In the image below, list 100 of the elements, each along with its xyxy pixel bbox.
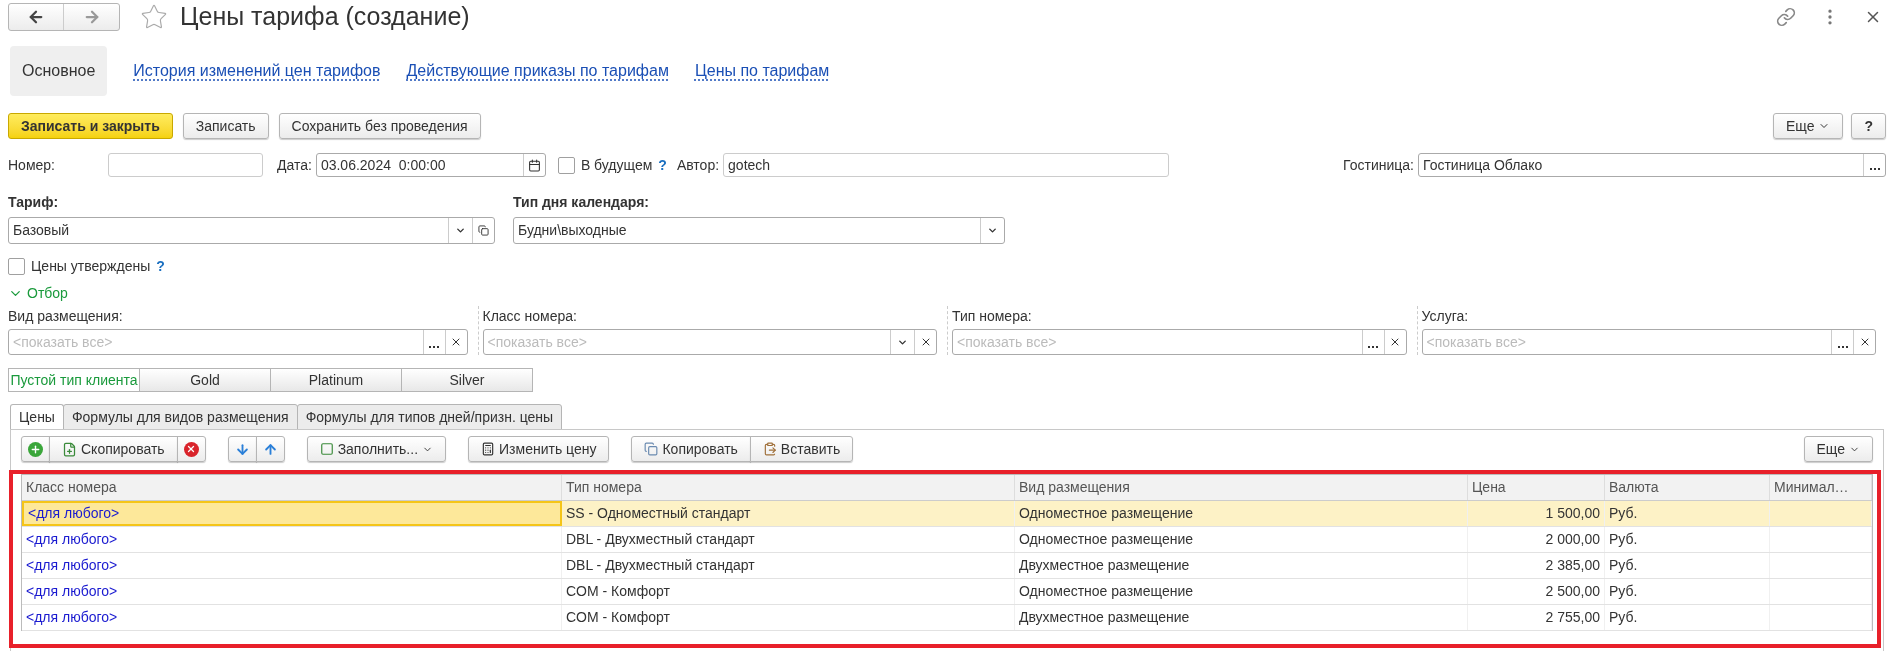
down-arrow-icon bbox=[234, 441, 250, 457]
window-title: Цены тарифа (создание) bbox=[180, 1, 470, 33]
table-cell-text: 1 500,00 bbox=[1545, 504, 1600, 523]
column-header[interactable]: Цена bbox=[1468, 475, 1605, 500]
client-type-tab[interactable]: Пустой тип клиента bbox=[8, 368, 140, 392]
date-value: 03.06.2024 0:00:00 bbox=[319, 155, 447, 175]
section-tab[interactable]: Формулы для видов размещения bbox=[62, 404, 298, 430]
nav-tab[interactable]: Основное bbox=[10, 46, 108, 96]
table-row[interactable]: <для любого> COM - Комфорт Одноместное размещение 2 500,00 Руб. bbox=[22, 579, 1872, 605]
table-cell-text: DBL - Двухместный стандарт bbox=[566, 556, 755, 575]
column-header[interactable]: Тип номера bbox=[562, 475, 1015, 500]
field-label: Номер: bbox=[8, 155, 56, 175]
table-cell-text: SS - Одноместный стандарт bbox=[566, 504, 751, 523]
add-icon bbox=[28, 441, 43, 457]
number-field[interactable] bbox=[108, 153, 263, 177]
caret-icon[interactable] bbox=[987, 225, 998, 236]
more-button[interactable]: Еще bbox=[1803, 436, 1873, 462]
table-cell-text: Двухместное размещение bbox=[1019, 608, 1190, 627]
calendar-icon[interactable] bbox=[527, 158, 541, 172]
table-row[interactable]: <для любого> DBL - Двухместный стандарт Двухместное размещение 2 385,00 Руб. bbox=[22, 553, 1872, 579]
clear-icon[interactable] bbox=[450, 336, 462, 348]
nav-tab[interactable]: Цены по тарифам bbox=[694, 59, 830, 83]
filter-label: Класс номера: bbox=[482, 307, 578, 326]
client-type-tab[interactable]: Silver bbox=[401, 368, 533, 392]
filter-label: Тип номера: bbox=[952, 307, 1033, 326]
table-cell-text: <для любого> bbox=[26, 556, 118, 575]
table-cell-text: <для любого> bbox=[26, 530, 118, 549]
column-header[interactable]: Минимал… bbox=[1770, 475, 1872, 500]
table-cell-text: 2 385,00 bbox=[1545, 556, 1600, 575]
table-cell-text: Одноместное размещение bbox=[1019, 504, 1193, 523]
filter-toggle[interactable]: Отбор bbox=[0, 283, 76, 304]
table-cell-text: <для любого> bbox=[26, 582, 118, 601]
column-header[interactable]: Валюта bbox=[1605, 475, 1770, 500]
save-close-button[interactable]: Записать и закрыть bbox=[8, 113, 173, 139]
table-cell-text: 2 500,00 bbox=[1545, 582, 1600, 601]
field-label: Тариф: bbox=[8, 193, 60, 212]
copy-icon bbox=[644, 442, 659, 456]
caret-icon[interactable] bbox=[455, 225, 466, 236]
help-link[interactable]: ? bbox=[156, 256, 165, 277]
author-field[interactable]: gotech bbox=[723, 153, 1170, 177]
nav-tab[interactable]: История изменений цен тарифов bbox=[133, 59, 381, 83]
filter-placeholder: <показать все> bbox=[12, 332, 114, 352]
help-button[interactable]: ? bbox=[1851, 113, 1886, 139]
column-header[interactable]: Класс номера bbox=[22, 475, 562, 500]
calculator-icon bbox=[481, 442, 496, 456]
select-field[interactable]: Базовый bbox=[8, 217, 495, 244]
client-type-tab[interactable]: Platinum bbox=[270, 368, 402, 392]
field-label: Автор: bbox=[676, 155, 720, 175]
table-cell-text: Руб. bbox=[1609, 504, 1638, 523]
link-icon[interactable] bbox=[1776, 7, 1796, 27]
star-icon[interactable] bbox=[140, 3, 168, 31]
section-tab[interactable]: Формулы для типов дней/призн. цены bbox=[296, 404, 563, 430]
select-field[interactable]: Будни\выходные bbox=[513, 217, 1005, 244]
delete-button[interactable] bbox=[176, 436, 206, 462]
date-field[interactable]: 03.06.2024 0:00:00 bbox=[315, 153, 546, 177]
command-button[interactable]: Сохранить без проведения bbox=[278, 113, 481, 139]
fill-button[interactable]: Заполнить... bbox=[306, 436, 447, 462]
table-cell-text: Руб. bbox=[1609, 582, 1638, 601]
checkbox-label: В будущем bbox=[580, 155, 653, 175]
delete-icon bbox=[183, 441, 199, 457]
filter-label: Вид размещения: bbox=[8, 307, 124, 326]
hotel-field[interactable]: Гостиница Облако bbox=[1418, 153, 1886, 177]
table-cell-text: 2 755,00 bbox=[1545, 608, 1600, 627]
document-icon bbox=[62, 441, 77, 457]
add-button[interactable] bbox=[21, 436, 50, 462]
field-label: Тип дня календаря: bbox=[513, 193, 650, 212]
approved-checkbox[interactable] bbox=[8, 258, 25, 275]
copy-row-button[interactable]: Скопировать bbox=[49, 436, 178, 462]
section-tab[interactable]: Цены bbox=[10, 404, 64, 430]
help-link[interactable]: ? bbox=[658, 156, 667, 173]
table-cell-text: DBL - Двухместный стандарт bbox=[566, 530, 755, 549]
table-cell-text: 2 000,00 bbox=[1545, 530, 1600, 549]
clear-icon[interactable] bbox=[1389, 336, 1401, 348]
table-cell-text: <для любого> bbox=[26, 608, 118, 627]
more-button[interactable]: Еще bbox=[1772, 113, 1844, 139]
command-button[interactable]: Записать bbox=[182, 113, 269, 139]
client-type-tab[interactable]: Gold bbox=[139, 368, 271, 392]
select-value: Будни\выходные bbox=[517, 221, 628, 240]
table-cell-text: Руб. bbox=[1609, 556, 1638, 575]
copy-button[interactable]: Копировать bbox=[631, 436, 751, 462]
move-down-button[interactable] bbox=[227, 436, 257, 462]
table-row[interactable]: <для любого> DBL - Двухместный стандарт Одноместное размещение 2 000,00 Руб. bbox=[22, 527, 1872, 553]
filter-label: Услуга: bbox=[1421, 307, 1470, 326]
table-cell-text: <для любого> bbox=[28, 504, 120, 523]
table-row[interactable]: <для любого> SS - Одноместный стандарт Одноместное размещение 1 500,00 Руб. bbox=[22, 501, 1872, 527]
filter-placeholder: <показать все> bbox=[486, 332, 588, 352]
field-label: Дата: bbox=[277, 155, 312, 175]
hotel-value: Гостиница Облако bbox=[1422, 155, 1544, 175]
table-cell-text: COM - Комфорт bbox=[566, 608, 670, 627]
table-row[interactable]: <для любого> COM - Комфорт Двухместное размещение 2 755,00 Руб. bbox=[22, 605, 1872, 631]
move-up-button[interactable] bbox=[255, 436, 285, 462]
filter-placeholder: <показать все> bbox=[1425, 332, 1527, 352]
paste-icon bbox=[762, 442, 777, 456]
future-checkbox[interactable] bbox=[557, 156, 575, 174]
paste-button[interactable]: Вставить bbox=[749, 436, 854, 462]
nav-tab[interactable]: Действующие приказы по тарифам bbox=[406, 59, 669, 83]
change-price-button[interactable]: Изменить цену bbox=[468, 436, 610, 462]
table-cell-text: Двухместное размещение bbox=[1019, 556, 1190, 575]
column-header[interactable]: Вид размещения bbox=[1015, 475, 1468, 500]
table-cell-text: Руб. bbox=[1609, 608, 1638, 627]
